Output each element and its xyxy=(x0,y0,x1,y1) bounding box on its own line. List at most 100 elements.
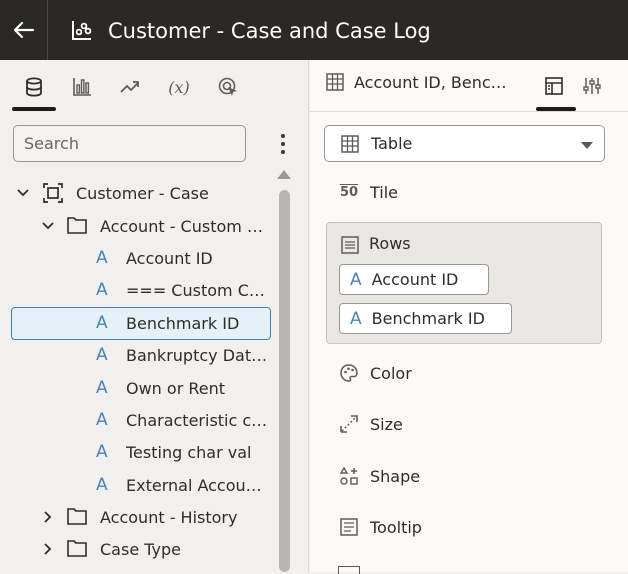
tab-visualizations[interactable] xyxy=(68,74,96,100)
rows-pill-label: Benchmark ID xyxy=(371,309,485,328)
chevron-down-icon[interactable] xyxy=(15,185,31,201)
database-icon xyxy=(26,77,42,97)
scrollbar-thumb[interactable] xyxy=(279,190,290,572)
grammar-panel-icon xyxy=(545,77,563,95)
tree-folder[interactable]: Account - Custom Sub Folder xyxy=(100,210,269,242)
shape-drop-target[interactable]: Shape xyxy=(338,462,420,490)
tooltip-icon xyxy=(340,518,358,536)
back-button[interactable] xyxy=(0,0,48,60)
tile-label: Tile xyxy=(370,182,399,202)
attribute-icon: A xyxy=(96,280,108,300)
kebab-dot xyxy=(281,142,285,146)
size-icon xyxy=(340,415,358,433)
tree-attribute[interactable]: === Custom Column xyxy=(126,274,269,306)
tab-analytics[interactable] xyxy=(116,74,144,100)
grammar-panel: Account ID, Benchmark ID Table 50 Tile xyxy=(310,60,628,574)
tree-folder[interactable]: Account - History xyxy=(100,501,269,533)
tree-attribute[interactable]: Account ID xyxy=(126,242,269,274)
attribute-icon: A xyxy=(96,442,108,462)
attribute-icon: A xyxy=(350,308,362,329)
rows-pill[interactable]: A Account ID xyxy=(339,264,489,295)
tree-attribute[interactable]: Testing char val xyxy=(126,436,269,468)
tree-attribute-label: Characteristic code xyxy=(126,410,269,430)
tree-attribute[interactable]: Bankruptcy Date Field xyxy=(126,339,269,371)
tree-attribute-label: Account ID xyxy=(126,248,213,268)
chevron-down-icon xyxy=(581,142,593,149)
next-section-icon xyxy=(338,566,360,574)
tree-attribute[interactable]: Benchmark ID xyxy=(126,307,269,339)
icon-slot xyxy=(338,362,360,384)
attribute-icon: A xyxy=(96,410,108,430)
more-options-button[interactable] xyxy=(272,130,294,158)
chevron-right-icon[interactable] xyxy=(40,541,56,557)
attribute-icon: A xyxy=(96,475,108,495)
visualization-title: Account ID, Benchmark ID xyxy=(354,73,508,92)
tab-calculations[interactable]: (x) xyxy=(165,74,193,100)
icon-slot xyxy=(338,465,360,487)
bar-chart-icon xyxy=(73,78,91,96)
app-header: Customer - Case and Case Log xyxy=(0,0,628,60)
tile-icon: 50 xyxy=(338,181,360,203)
tree-attribute[interactable]: External Account ID xyxy=(126,469,269,501)
tree-root[interactable]: Customer - Case xyxy=(76,177,271,209)
tile-icon-text: 50 xyxy=(339,184,359,200)
color-drop-target[interactable]: Color xyxy=(338,359,412,387)
icon-slot xyxy=(338,516,360,538)
scatter-chart-icon xyxy=(72,21,92,40)
kebab-dot xyxy=(281,134,285,138)
size-drop-target[interactable]: Size xyxy=(338,410,403,438)
attribute-icon: A xyxy=(350,269,362,290)
rows-label: Rows xyxy=(369,234,411,253)
shape-label: Shape xyxy=(370,466,421,486)
visualization-title-text: Account ID, Benchmark ID xyxy=(354,73,508,92)
target-cursor-icon xyxy=(218,77,237,96)
panel-divider xyxy=(310,111,628,112)
tree-attribute-label: Testing char val xyxy=(126,442,252,462)
tree-folder-label: Account - History xyxy=(100,507,238,527)
sliders-icon xyxy=(583,78,601,94)
kebab-dot xyxy=(281,150,285,154)
tree-root-label: Customer - Case xyxy=(76,183,209,203)
trend-line-icon xyxy=(120,81,139,93)
shape-icon xyxy=(339,466,358,485)
tree-attribute-label: Bankruptcy Date Field xyxy=(126,345,269,365)
data-panel: (x) Customer - Case Account - Custom Sub… xyxy=(0,60,309,572)
tooltip-drop-target[interactable]: Tooltip xyxy=(338,513,422,541)
attribute-icon: A xyxy=(96,248,108,268)
folder-icon xyxy=(67,540,87,557)
search-input[interactable] xyxy=(14,126,245,161)
table-icon xyxy=(326,73,344,91)
tree-attribute-label: Own or Rent xyxy=(126,378,226,398)
tab-grammar[interactable] xyxy=(540,73,568,99)
tab-actions[interactable] xyxy=(214,74,242,100)
scroll-up-arrow[interactable] xyxy=(277,170,291,179)
tooltip-label: Tooltip xyxy=(370,517,422,537)
rows-pill[interactable]: A Benchmark ID xyxy=(339,303,512,334)
rows-icon xyxy=(341,236,359,254)
tree-attribute-label: Benchmark ID xyxy=(126,313,240,333)
tab-properties[interactable] xyxy=(578,73,606,99)
visualization-type-select[interactable]: Table xyxy=(324,125,605,162)
visualization-type-label: Table xyxy=(371,134,413,153)
rows-drop-target[interactable]: Rows A Account ID A Benchmark ID xyxy=(326,222,602,344)
size-label: Size xyxy=(370,414,403,434)
attribute-icon: A xyxy=(96,378,108,398)
tab-data[interactable] xyxy=(20,74,48,100)
chevron-right-icon[interactable] xyxy=(40,509,56,525)
folder-icon xyxy=(67,508,87,525)
tree-attribute[interactable]: Characteristic code xyxy=(126,404,269,436)
active-tab-indicator xyxy=(12,107,56,111)
subject-area-icon xyxy=(43,183,63,203)
tree-attribute[interactable]: Own or Rent xyxy=(126,372,269,404)
tile-drop-target[interactable]: 50 Tile xyxy=(338,178,398,206)
chevron-down-icon[interactable] xyxy=(40,218,56,234)
tree-attribute-label: === Custom Column xyxy=(126,280,269,300)
tree-folder-label: Account - Custom Sub Folder xyxy=(100,216,269,236)
rows-pill-label: Account ID xyxy=(371,270,459,289)
attribute-icon: A xyxy=(96,313,108,333)
function-icon: (x) xyxy=(168,77,190,97)
tree-folder-label: Case Type xyxy=(100,539,181,559)
tree-folder[interactable]: Case Type xyxy=(100,533,269,565)
arrow-left-icon xyxy=(13,21,34,39)
table-icon xyxy=(341,135,359,153)
